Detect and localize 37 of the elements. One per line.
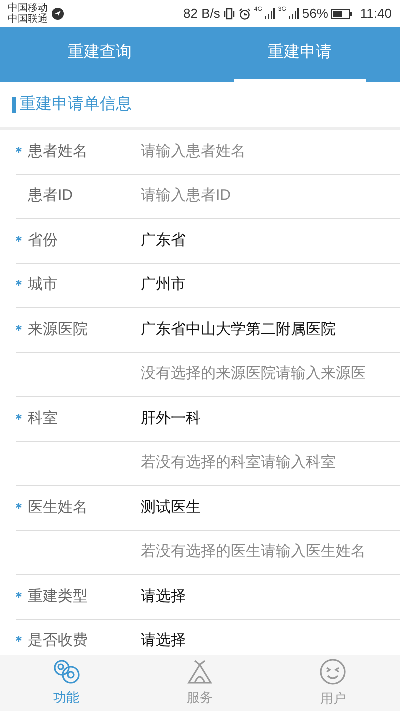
field-label: 科室 — [28, 408, 58, 428]
field-label: 患者ID — [28, 186, 73, 206]
select-field[interactable]: 测试医生 — [141, 496, 201, 519]
carrier-name: 中国联通 — [8, 14, 48, 24]
input-field[interactable]: 请输入患者姓名 — [141, 140, 400, 163]
smiley-icon — [319, 658, 348, 686]
select-field[interactable]: 广东省 — [141, 230, 186, 252]
field-label: 医生姓名 — [28, 498, 88, 518]
field-label: 患者姓名 — [28, 142, 88, 162]
field-label: 重建类型 — [28, 586, 88, 606]
vibrate-icon — [223, 8, 236, 20]
select-field[interactable]: 广东省中山大学第二附属医院 — [141, 318, 336, 341]
field-label: 来源医院 — [28, 320, 88, 340]
circles-icon — [52, 658, 81, 685]
input-field[interactable]: 请输入患者ID — [141, 185, 400, 208]
clock: 11:40 — [360, 4, 392, 23]
section-title: 重建申请单信息 — [20, 94, 132, 114]
field-label: 省份 — [28, 230, 58, 250]
signal-icon — [265, 8, 276, 19]
select-field[interactable]: 请选择 — [141, 630, 186, 652]
network-speed: 82 B/s — [184, 4, 220, 23]
section-marker — [12, 96, 16, 112]
input-field[interactable]: 没有选择的来源医院请输入来源医 — [141, 363, 400, 386]
battery-percent: 56% — [302, 4, 328, 23]
battery-icon — [331, 8, 354, 18]
field-label: 城市 — [28, 275, 58, 295]
select-field[interactable]: 请选择 — [141, 586, 186, 608]
tent-icon — [186, 658, 214, 685]
input-field[interactable]: 若没有选择的科室请输入科室 — [141, 452, 400, 474]
signal-icon — [289, 8, 300, 19]
select-field[interactable]: 肝外一科 — [141, 408, 201, 430]
input-field[interactable]: 若没有选择的医生请输入医生姓名 — [141, 541, 400, 564]
alarm-icon — [239, 8, 252, 20]
carrier-name: 中国移动 — [8, 2, 48, 14]
field-label: 是否收费 — [28, 631, 88, 651]
location-icon — [52, 8, 64, 20]
select-field[interactable]: 广州市 — [141, 274, 186, 296]
